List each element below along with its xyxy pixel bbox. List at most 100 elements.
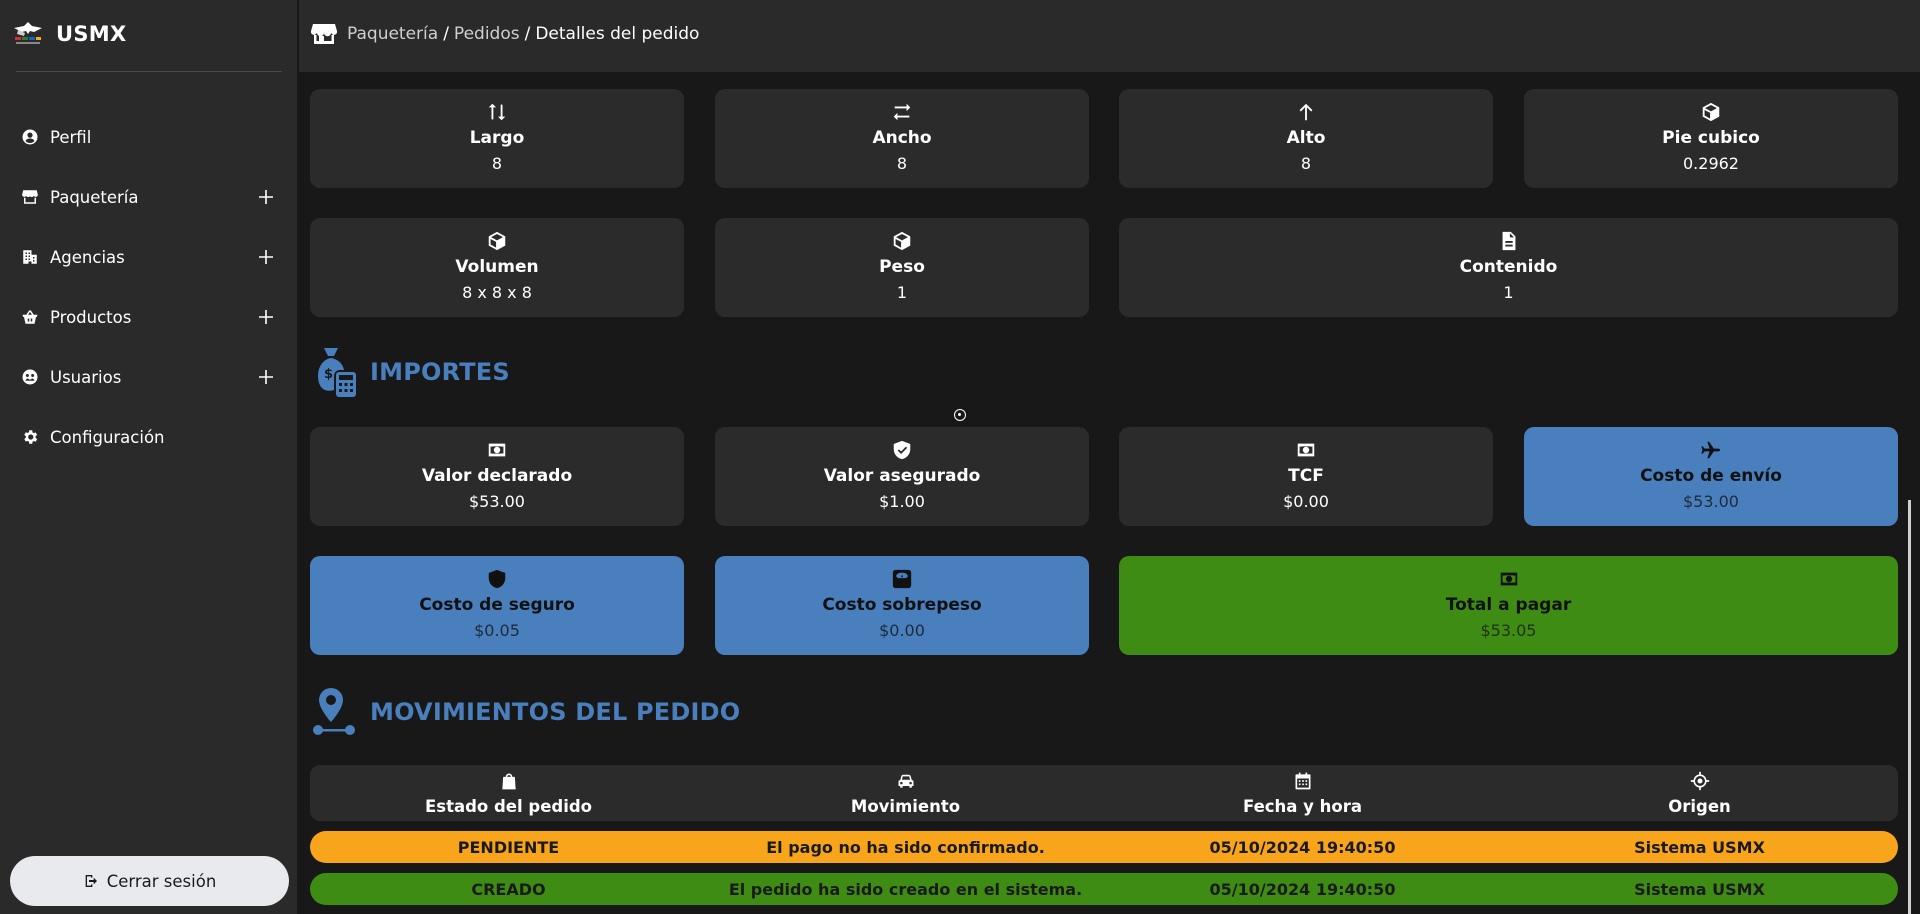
card-label: Volumen: [455, 257, 539, 277]
column-header-estado: Estado del pedido: [310, 765, 707, 821]
shield-icon: [485, 567, 509, 591]
expand-plus-icon[interactable]: [256, 367, 276, 387]
card-value: $0.05: [474, 621, 520, 640]
card-value: 8: [1300, 154, 1312, 173]
user-circle-icon: [20, 127, 40, 147]
cell-origen: Sistema USMX: [1634, 837, 1765, 857]
brand[interactable]: USMX: [12, 18, 126, 50]
store-icon: [310, 22, 338, 46]
gear-icon: [20, 427, 40, 447]
importes-section-title: $ IMPORTES: [312, 346, 510, 398]
card-value: 8: [491, 154, 503, 173]
card-label: Valor declarado: [421, 466, 573, 486]
sidebar-item-perfil[interactable]: Perfil: [0, 115, 298, 159]
importe-card-valor-asegurado: Valor asegurado $1.00: [715, 427, 1089, 526]
cell-estado: CREADO: [471, 879, 546, 899]
sidebar-item-configuracion[interactable]: Configuración: [0, 415, 298, 459]
card-label: Largo: [469, 128, 525, 148]
calendar-icon: [1293, 771, 1313, 795]
importe-card-costo-envio: Costo de envío $53.00: [1524, 427, 1898, 526]
sidebar-item-paqueteria[interactable]: Paquetería: [0, 175, 298, 219]
importe-card-total-a-pagar: Total a pagar $53.05: [1119, 556, 1898, 655]
breadcrumb-separator: /: [443, 24, 449, 44]
weight-scale-icon: [890, 567, 914, 591]
card-label: Ancho: [872, 128, 932, 148]
movimientos-section-title: MOVIMIENTOS DEL PEDIDO: [312, 686, 740, 738]
cell-movimiento: El pedido ha sido creado en el sistema.: [728, 879, 1083, 899]
card-label: Alto: [1286, 128, 1326, 148]
scrollbar[interactable]: [1908, 500, 1911, 914]
expand-plus-icon[interactable]: [256, 247, 276, 267]
money-bag-calculator-icon: $: [312, 346, 358, 398]
dimension-card-alto: Alto 8: [1119, 89, 1493, 188]
card-label: Valor asegurado: [823, 466, 981, 486]
cell-fecha: 05/10/2024 19:40:50: [1209, 879, 1396, 899]
column-header-label: Movimiento: [850, 796, 961, 816]
money-icon: [485, 438, 509, 462]
dimension-card-contenido: Contenido 1: [1119, 218, 1898, 317]
breadcrumb-current: Detalles del pedido: [535, 24, 700, 44]
importe-card-costo-seguro: Costo de seguro $0.05: [310, 556, 684, 655]
brand-divider: [16, 71, 282, 72]
card-label: Pie cubico: [1662, 128, 1760, 148]
logout-button[interactable]: Cerrar sesión: [10, 856, 289, 906]
card-label: Costo de envío: [1640, 466, 1782, 486]
cell-movimiento: El pago no ha sido confirmado.: [766, 837, 1045, 857]
document-icon: [1497, 229, 1521, 253]
importe-card-valor-declarado: Valor declarado $53.00: [310, 427, 684, 526]
logout-icon: [85, 875, 97, 887]
users-icon: [20, 367, 40, 387]
card-label: Contenido: [1459, 257, 1558, 277]
expand-plus-icon[interactable]: [256, 187, 276, 207]
section-title-text: IMPORTES: [370, 358, 510, 386]
card-label: Costo de seguro: [419, 595, 575, 615]
money-icon: [1294, 438, 1318, 462]
breadcrumb-item-paqueteria[interactable]: Paquetería: [347, 24, 438, 44]
shield-check-icon: [890, 438, 914, 462]
building-icon: [20, 247, 40, 267]
movements-table-header: Estado del pedido Movimiento Fecha y hor…: [310, 765, 1898, 821]
card-value: 8: [896, 154, 908, 173]
plane-icon: [1699, 438, 1723, 462]
card-value: $0.00: [1283, 492, 1329, 511]
topbar: Paquetería / Pedidos / Detalles del pedi…: [299, 0, 1920, 72]
shopping-bag-icon: [499, 771, 519, 795]
card-value: $53.00: [469, 492, 525, 511]
sidebar-item-label: Paquetería: [50, 187, 139, 207]
arrow-up-icon: [1294, 100, 1318, 124]
card-label: Total a pagar: [1445, 595, 1572, 615]
column-header-movimiento: Movimiento: [707, 765, 1104, 821]
cell-fecha: 05/10/2024 19:40:50: [1209, 837, 1396, 857]
card-value: $53.00: [1683, 492, 1739, 511]
column-header-label: Estado del pedido: [424, 796, 593, 816]
expand-plus-icon[interactable]: [256, 307, 276, 327]
cell-estado: PENDIENTE: [457, 837, 560, 857]
importe-card-costo-sobrepeso: Costo sobrepeso $0.00: [715, 556, 1089, 655]
card-value: $1.00: [879, 492, 925, 511]
cursor-indicator: [954, 409, 966, 421]
breadcrumb-item-pedidos[interactable]: Pedidos: [454, 24, 520, 44]
column-header-fecha: Fecha y hora: [1104, 765, 1501, 821]
basket-icon: [20, 307, 40, 327]
sidebar-item-usuarios[interactable]: Usuarios: [0, 355, 298, 399]
card-value: 1: [896, 283, 908, 302]
card-value: 0.2962: [1683, 154, 1739, 173]
card-label: Costo sobrepeso: [822, 595, 982, 615]
brand-name: USMX: [56, 22, 127, 46]
sidebar-item-productos[interactable]: Productos: [0, 295, 298, 339]
sidebar-item-label: Productos: [50, 307, 132, 327]
dimension-card-peso: Peso 1: [715, 218, 1089, 317]
money-icon: [1497, 567, 1521, 591]
sidebar-item-label: Usuarios: [50, 367, 122, 387]
svg-text:$: $: [324, 367, 333, 382]
dimension-card-largo: Largo 8: [310, 89, 684, 188]
car-icon: [896, 771, 916, 795]
route-pin-icon: [312, 686, 358, 738]
column-header-label: Fecha y hora: [1242, 796, 1363, 816]
store-icon: [20, 187, 40, 207]
sidebar-item-agencias[interactable]: Agencias: [0, 235, 298, 279]
sidebar: USMX Perfil Paquetería Agencias Producto…: [0, 0, 298, 914]
sidebar-item-label: Perfil: [50, 127, 92, 147]
cell-origen: Sistema USMX: [1634, 879, 1765, 899]
importe-card-tcf: TCF $0.00: [1119, 427, 1493, 526]
